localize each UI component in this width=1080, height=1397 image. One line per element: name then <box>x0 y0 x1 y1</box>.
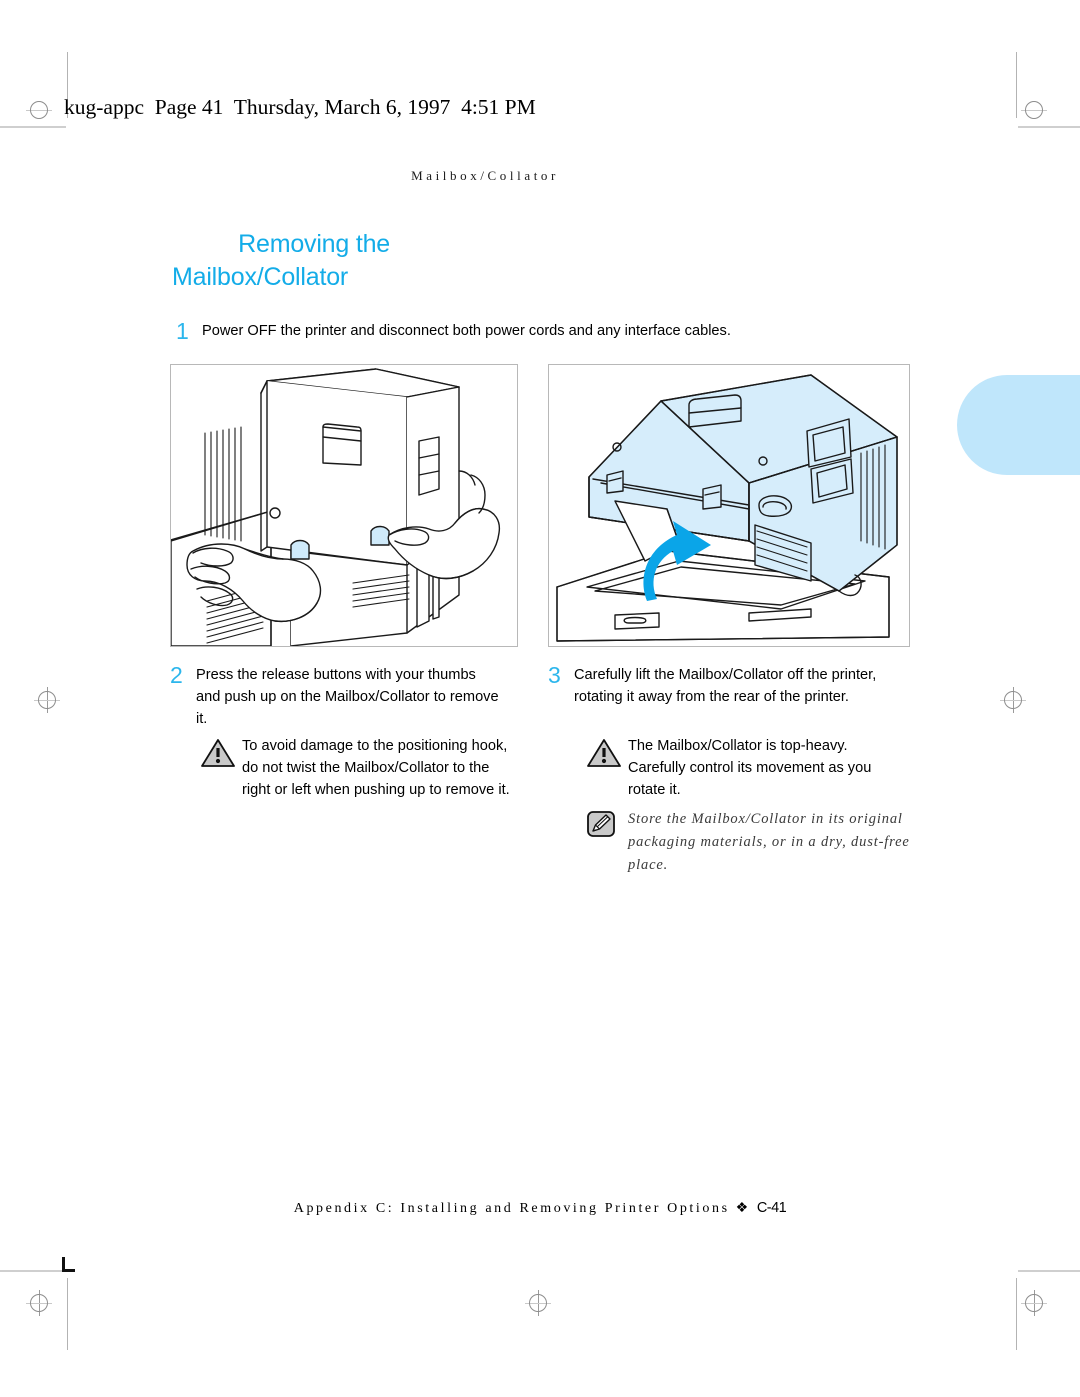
crop-rule-bottom-right-v <box>1016 1278 1017 1350</box>
page-number: C-41 <box>756 1200 787 1216</box>
reg-circle <box>1025 101 1043 119</box>
footer: Appendix C: Installing and Removing Prin… <box>0 1200 1080 1217</box>
pencil-note-icon <box>586 808 628 845</box>
caution-note-text: The Mailbox/Collator is top-heavy. Caref… <box>628 738 872 798</box>
thumb-tab <box>957 375 1080 475</box>
crop-rule-bottom-right <box>1018 1270 1080 1272</box>
crop-rule-top-left <box>0 126 66 128</box>
registration-mark-top-right <box>1021 97 1047 123</box>
page-title-line2: Mailbox/Collator <box>172 263 349 291</box>
page-title: Removing the Mailbox/Collator <box>172 228 502 294</box>
warning-triangle-icon <box>200 735 242 774</box>
registration-mark-mid-right <box>1000 687 1026 713</box>
corner-crop-mark <box>62 1257 75 1272</box>
header-file-line: kug-appc Page 41 Thursday, March 6, 1997… <box>64 95 536 119</box>
reg-circle <box>30 101 48 119</box>
step-1: 1 Power OFF the printer and disconnect b… <box>176 318 896 344</box>
reg-circle <box>1025 1294 1043 1312</box>
reg-circle <box>30 1294 48 1312</box>
crop-rule-bottom-left <box>0 1270 66 1272</box>
step-3-text: Carefully lift the Mailbox/Collator off … <box>574 667 877 705</box>
registration-mark-bottom-left <box>26 1290 52 1316</box>
registration-mark-mid-left <box>34 687 60 713</box>
storage-note: Store the Mailbox/Collator in its origin… <box>586 808 936 877</box>
reg-circle <box>529 1294 547 1312</box>
footer-text: Appendix C: Installing and Removing Prin… <box>293 1201 730 1216</box>
step-1-number: 1 <box>176 318 189 344</box>
caution-note-top-heavy: The Mailbox/Collator is top-heavy. Caref… <box>586 735 906 801</box>
step-2-number: 2 <box>170 662 183 688</box>
storage-note-text: Store the Mailbox/Collator in its origin… <box>628 811 910 873</box>
caution-note-text: To avoid damage to the positioning hook,… <box>242 738 510 798</box>
registration-mark-bottom-center <box>525 1290 551 1316</box>
reg-circle <box>1004 691 1022 709</box>
registration-mark-top-left <box>26 97 52 123</box>
caution-note-positioning-hook: To avoid damage to the positioning hook,… <box>200 735 520 801</box>
figure-lift-collator-off-printer <box>548 364 910 647</box>
warning-triangle-icon <box>586 735 628 774</box>
step-1-text: Power OFF the printer and disconnect bot… <box>202 323 731 339</box>
reg-circle <box>38 691 56 709</box>
figure-press-release-buttons <box>170 364 518 647</box>
running-head: Mailbox/Collator <box>411 168 559 183</box>
step-2-text: Press the release buttons with your thum… <box>196 667 499 727</box>
page-title-line1: Removing the <box>238 230 390 258</box>
registration-mark-bottom-right <box>1021 1290 1047 1316</box>
step-2: 2 Press the release buttons with your th… <box>170 664 500 730</box>
crop-rule-right <box>1016 52 1017 118</box>
step-3: 3 Carefully lift the Mailbox/Collator of… <box>548 664 898 708</box>
step-3-number: 3 <box>548 662 561 688</box>
crop-rule-bottom-left-v <box>67 1278 68 1350</box>
footer-separator-icon: ❖ <box>735 1201 751 1216</box>
document-page: kug-appc Page 41 Thursday, March 6, 1997… <box>0 0 1080 1397</box>
crop-rule-top-right <box>1018 126 1080 128</box>
